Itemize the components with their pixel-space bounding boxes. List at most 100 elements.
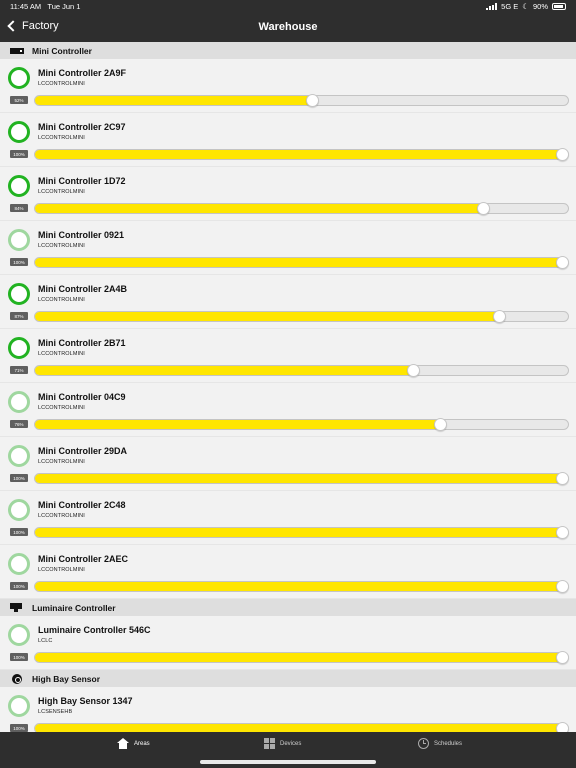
device-name: Mini Controller 2A4B <box>38 284 128 294</box>
mini-controller-icon <box>10 47 24 54</box>
device-name: Mini Controller 2A9F <box>38 68 127 78</box>
slider-thumb[interactable] <box>556 651 569 664</box>
brightness-slider[interactable] <box>34 310 569 323</box>
power-toggle[interactable] <box>8 337 30 359</box>
device-row[interactable]: Mini Controller 2B71 LCCONTROLMINI 71% <box>0 329 576 383</box>
brightness-slider[interactable] <box>34 202 569 215</box>
slider-fill <box>35 724 568 732</box>
status-right: 5G E ☾ 90% <box>486 2 566 11</box>
slider-fill <box>35 528 568 537</box>
level-badge: 76% <box>10 420 28 428</box>
device-row[interactable]: Mini Controller 29DA LCCONTROLMINI 100% <box>0 437 576 491</box>
brightness-slider[interactable] <box>34 418 569 431</box>
device-name: Mini Controller 2AEC <box>38 554 129 564</box>
level-badge: 100% <box>10 150 28 158</box>
device-type: LCCONTROLMINI <box>38 243 85 249</box>
level-badge: 100% <box>10 582 28 590</box>
brightness-slider[interactable] <box>34 526 569 539</box>
slider-fill <box>35 582 568 591</box>
brightness-slider[interactable] <box>34 148 569 161</box>
device-row[interactable]: Mini Controller 04C9 LCCONTROLMINI 76% <box>0 383 576 437</box>
power-toggle[interactable] <box>8 391 30 413</box>
device-row[interactable]: Mini Controller 2AEC LCCONTROLMINI 100% <box>0 545 576 599</box>
brightness-slider[interactable] <box>34 722 569 732</box>
section-title: Luminaire Controller <box>32 602 116 613</box>
tab-areas-label: Areas <box>134 740 150 747</box>
device-type: LCSENSEHB <box>38 709 73 715</box>
power-toggle[interactable] <box>8 553 30 575</box>
brightness-slider[interactable] <box>34 472 569 485</box>
slider-thumb[interactable] <box>407 364 421 377</box>
tab-areas[interactable]: Areas <box>117 738 150 749</box>
level-badge: 84% <box>10 204 28 212</box>
tab-devices[interactable]: Devices <box>264 738 301 749</box>
device-row[interactable]: Mini Controller 1D72 LCCONTROLMINI 84% <box>0 167 576 221</box>
device-type: LCLC <box>38 638 53 644</box>
nav-bar: Factory Warehouse <box>0 14 576 42</box>
brightness-slider[interactable] <box>34 580 569 593</box>
slider-fill <box>35 96 313 105</box>
power-toggle[interactable] <box>8 121 30 143</box>
device-row[interactable]: Mini Controller 0921 LCCONTROLMINI 100% <box>0 221 576 275</box>
slider-thumb[interactable] <box>556 580 569 593</box>
device-list[interactable]: Mini Controller Mini Controller 2A9F LCC… <box>0 42 576 732</box>
slider-thumb[interactable] <box>556 526 569 539</box>
device-row[interactable]: Luminaire Controller 546C LCLC 100% <box>0 616 576 670</box>
section-header: Mini Controller <box>0 42 576 59</box>
slider-thumb[interactable] <box>556 148 569 161</box>
brightness-slider[interactable] <box>34 256 569 269</box>
network-label: 5G E <box>501 2 519 11</box>
luminaire-controller-icon <box>10 603 22 612</box>
tab-bar: Areas Devices Schedules <box>0 732 576 768</box>
tab-schedules[interactable]: Schedules <box>418 738 462 749</box>
section-icon-wrap <box>10 673 28 684</box>
device-row[interactable]: High Bay Sensor 1347 LCSENSEHB 100% <box>0 687 576 732</box>
device-name: Mini Controller 0921 <box>38 230 125 240</box>
slider-fill <box>35 258 568 267</box>
section-header: Luminaire Controller <box>0 599 576 616</box>
brightness-slider[interactable] <box>34 651 569 664</box>
device-name: Luminaire Controller 546C <box>38 625 151 635</box>
power-toggle[interactable] <box>8 445 30 467</box>
device-type: LCCONTROLMINI <box>38 513 85 519</box>
device-row[interactable]: Mini Controller 2C97 LCCONTROLMINI 100% <box>0 113 576 167</box>
power-toggle[interactable] <box>8 229 30 251</box>
power-toggle[interactable] <box>8 175 30 197</box>
device-row[interactable]: Mini Controller 2A4B LCCONTROLMINI 87% <box>0 275 576 329</box>
slider-thumb[interactable] <box>556 472 569 485</box>
high-bay-sensor-icon <box>12 673 22 684</box>
power-toggle[interactable] <box>8 499 30 521</box>
slider-thumb[interactable] <box>476 202 490 215</box>
level-badge: 100% <box>10 528 28 536</box>
device-name: Mini Controller 29DA <box>38 446 128 456</box>
power-toggle[interactable] <box>8 624 30 646</box>
device-row[interactable]: Mini Controller 2A9F LCCONTROLMINI 52% <box>0 59 576 113</box>
power-toggle[interactable] <box>8 67 30 89</box>
slider-fill <box>35 474 568 483</box>
slider-fill <box>35 366 414 375</box>
level-badge: 52% <box>10 96 28 104</box>
slider-thumb[interactable] <box>556 722 569 732</box>
brightness-slider[interactable] <box>34 94 569 107</box>
slider-thumb[interactable] <box>306 94 320 107</box>
device-name: Mini Controller 1D72 <box>38 176 126 186</box>
home-icon <box>117 738 129 749</box>
brightness-slider[interactable] <box>34 364 569 377</box>
devices-icon <box>264 738 275 749</box>
device-type: LCCONTROLMINI <box>38 189 85 195</box>
slider-thumb[interactable] <box>492 310 506 323</box>
device-type: LCCONTROLMINI <box>38 81 85 87</box>
device-type: LCCONTROLMINI <box>38 297 85 303</box>
device-type: LCCONTROLMINI <box>38 567 85 573</box>
device-type: LCCONTROLMINI <box>38 135 85 141</box>
slider-fill <box>35 150 568 159</box>
power-toggle[interactable] <box>8 695 30 717</box>
slider-fill <box>35 312 499 321</box>
section-title: High Bay Sensor <box>32 673 101 684</box>
power-toggle[interactable] <box>8 283 30 305</box>
slider-thumb[interactable] <box>556 256 569 269</box>
slider-fill <box>35 204 483 213</box>
device-row[interactable]: Mini Controller 2C48 LCCONTROLMINI 100% <box>0 491 576 545</box>
slider-thumb[interactable] <box>434 418 448 431</box>
section-icon-wrap <box>10 47 28 54</box>
